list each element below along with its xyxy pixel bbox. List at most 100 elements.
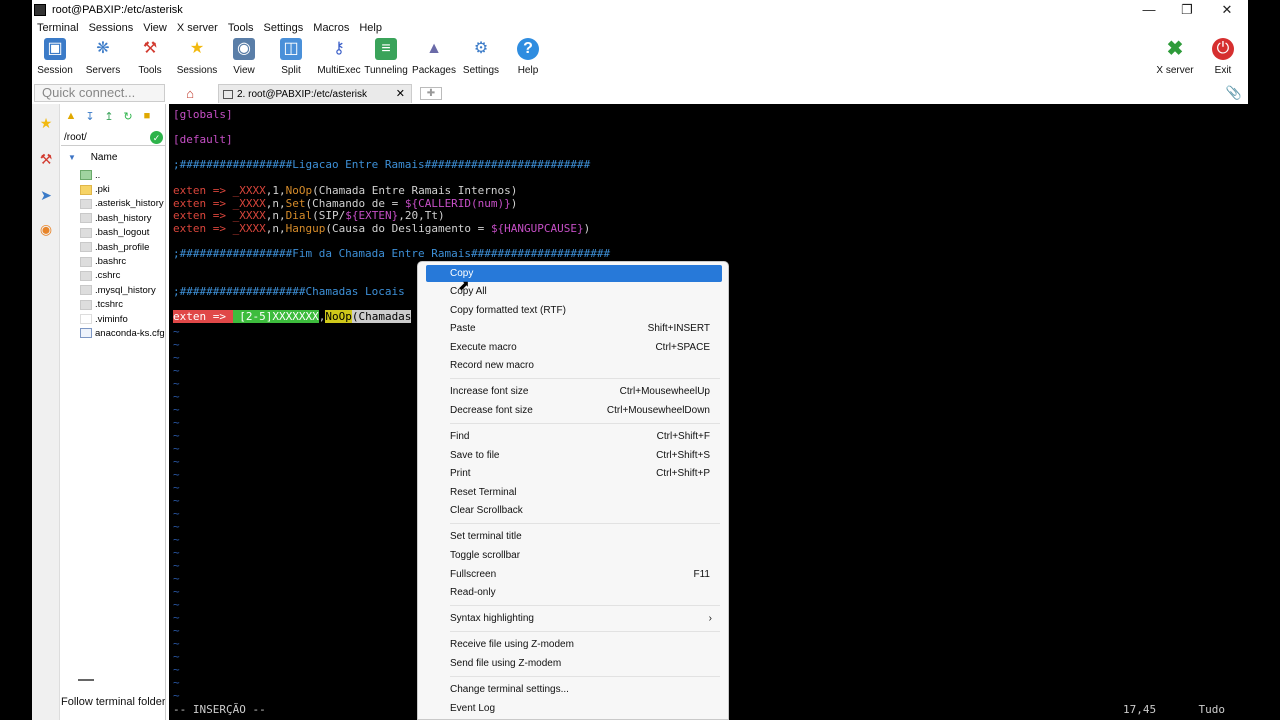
terminal-line: exten => _XXXX,n,Hangup(Causa do Desliga… [173, 222, 591, 235]
download-icon[interactable]: ↧ [83, 110, 97, 123]
new-tab-button[interactable]: ✚ [420, 87, 442, 100]
terminal-line: ;#################Ligacao Entre Ramais##… [173, 158, 591, 171]
list-item[interactable]: .bash_logout [80, 226, 165, 240]
list-item[interactable]: .bash_profile [80, 240, 165, 254]
menu-item-increase-font[interactable]: Increase font size Ctrl+MousewheelUp [426, 383, 722, 400]
close-window-button[interactable]: ✕ [1208, 0, 1246, 19]
file-icon [80, 256, 92, 267]
list-item[interactable]: .bashrc [80, 254, 165, 268]
close-tab-icon[interactable]: ✕ [396, 87, 405, 100]
menu-item-event-log[interactable]: Event Log [426, 700, 722, 717]
globe-icon[interactable]: ◉ [37, 220, 55, 238]
list-item[interactable]: .asterisk_history [80, 197, 165, 211]
menu-item-clear-scrollback[interactable]: Clear Scrollback [426, 502, 722, 519]
terminal-line: [globals] [173, 108, 233, 121]
packages-button[interactable]: ▲ Packages [409, 38, 459, 80]
menu-item-save-to-file[interactable]: Save to file Ctrl+Shift+S [426, 447, 722, 464]
menu-item-change-settings[interactable]: Change terminal settings... [426, 681, 722, 698]
menu-item-decrease-font[interactable]: Decrease font size Ctrl+MousewheelDown [426, 402, 722, 419]
menu-bar: Terminal Sessions View X server Tools Se… [32, 19, 1248, 36]
list-item[interactable]: anaconda-ks.cfg [80, 326, 165, 340]
tunneling-button[interactable]: ≡ Tunneling [361, 38, 411, 80]
menu-separator [450, 378, 720, 379]
send-icon[interactable]: ➤ [37, 186, 55, 204]
menu-item-copy-rtf[interactable]: Copy formatted text (RTF) [426, 302, 722, 319]
menu-separator [450, 423, 720, 424]
paperclip-icon[interactable]: 📎 [1226, 85, 1242, 101]
menu-item-print[interactable]: Print Ctrl+Shift+P [426, 465, 722, 482]
tab-terminal[interactable]: 2. root@PABXIP:/etc/asterisk ✕ [218, 84, 412, 103]
menu-sessions[interactable]: Sessions [84, 22, 139, 34]
window-title: root@PABXIP:/etc/asterisk [52, 3, 183, 16]
menu-item-toggle-scrollbar[interactable]: Toggle scrollbar [426, 547, 722, 564]
menu-item-execute-macro[interactable]: Execute macro Ctrl+SPACE [426, 339, 722, 356]
menu-item-fullscreen[interactable]: Fullscreen F11 [426, 566, 722, 583]
parent-folder-icon [80, 170, 92, 181]
menu-xserver[interactable]: X server [172, 22, 223, 34]
split-button[interactable]: ◫ Split [266, 38, 316, 80]
menu-item-copy[interactable]: Copy [426, 265, 722, 282]
menu-item-find[interactable]: Find Ctrl+Shift+F [426, 428, 722, 445]
list-item[interactable]: .viminfo [80, 312, 165, 326]
mouse-cursor-icon: ⬈ [458, 277, 470, 293]
menu-item-read-only[interactable]: Read-only [426, 584, 722, 601]
menu-macros[interactable]: Macros [308, 22, 354, 34]
menu-separator [450, 523, 720, 524]
menu-item-set-title[interactable]: Set terminal title [426, 528, 722, 545]
home-tab[interactable]: ⌂ [170, 84, 210, 103]
scrollbar[interactable] [78, 679, 94, 681]
quick-connect-input[interactable]: Quick connect... [34, 84, 165, 102]
file-icon [80, 285, 92, 296]
menu-item-record-macro[interactable]: Record new macro [426, 357, 722, 374]
menu-separator [450, 605, 720, 606]
menu-item-receive-zmodem[interactable]: Receive file using Z-modem [426, 636, 722, 653]
maximize-button[interactable]: ❐ [1168, 0, 1206, 19]
list-item[interactable]: .. [80, 168, 165, 182]
menu-view[interactable]: View [138, 22, 172, 34]
list-item[interactable]: .tcshrc [80, 298, 165, 312]
menu-help[interactable]: Help [354, 22, 387, 34]
menu-item-copy-all[interactable]: Copy All [426, 283, 722, 300]
list-item[interactable]: .pki [80, 182, 165, 196]
exit-button[interactable]: ⏻ Exit [1198, 38, 1248, 80]
menu-item-send-zmodem[interactable]: Send file using Z-modem [426, 655, 722, 672]
file-icon [80, 227, 92, 238]
tools-icon[interactable]: ⚒ [37, 150, 55, 168]
menu-tools[interactable]: Tools [223, 22, 259, 34]
settings-button[interactable]: ⚙ Settings [456, 38, 506, 80]
terminal-line: ;#################Fim da Chamada Entre R… [173, 247, 611, 260]
column-header[interactable]: ▼ Name [68, 152, 117, 163]
star-icon[interactable]: ★ [37, 114, 55, 132]
menu-settings[interactable]: Settings [259, 22, 309, 34]
help-button[interactable]: ? Help [503, 38, 553, 80]
multiexec-button[interactable]: ⚷ MultiExec [314, 38, 364, 80]
session-icon: ▣ [44, 38, 66, 60]
menu-item-paste[interactable]: Paste Shift+INSERT [426, 320, 722, 337]
sessions-button[interactable]: ★ Sessions [172, 38, 222, 80]
minimize-button[interactable]: — [1130, 0, 1168, 19]
tools-button[interactable]: ⚒ Tools [125, 38, 175, 80]
follow-terminal-folder-checkbox[interactable]: Follow terminal folder [61, 696, 165, 708]
list-item[interactable]: .mysql_history [80, 283, 165, 297]
home-icon: ⌂ [186, 86, 194, 101]
path-field[interactable]: /root/ ✓ [61, 130, 165, 146]
upload-icon[interactable]: ↥ [102, 110, 116, 123]
list-item[interactable]: .cshrc [80, 269, 165, 283]
list-item[interactable]: .bash_history [80, 211, 165, 225]
menu-terminal[interactable]: Terminal [32, 22, 84, 34]
session-button[interactable]: ▣ Session [30, 38, 80, 80]
servers-button[interactable]: ❋ Servers [78, 38, 128, 80]
xserver-button[interactable]: ✖ X server [1150, 38, 1200, 80]
folder-up-icon[interactable]: ▲ [64, 110, 78, 123]
gear-icon: ⚙ [473, 40, 489, 57]
file-icon [80, 270, 92, 281]
refresh-icon[interactable]: ↻ [121, 110, 135, 123]
servers-icon: ❋ [96, 40, 110, 57]
check-icon[interactable]: ✓ [150, 131, 163, 144]
view-button[interactable]: ◉ View [219, 38, 269, 80]
file-icon [80, 314, 92, 325]
new-folder-icon[interactable]: ■ [140, 110, 154, 123]
config-file-icon [80, 328, 92, 339]
menu-item-syntax-highlighting[interactable]: Syntax highlighting › [426, 610, 722, 627]
menu-item-reset-terminal[interactable]: Reset Terminal [426, 484, 722, 501]
